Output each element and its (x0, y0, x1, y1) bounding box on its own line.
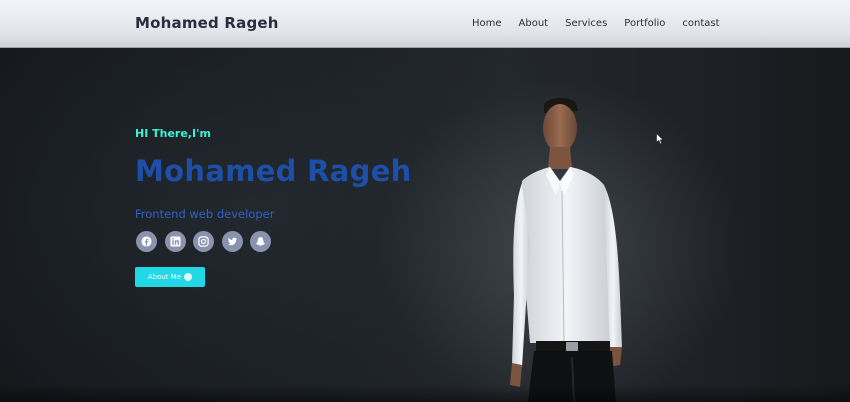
social-links (136, 231, 279, 252)
nav-about[interactable]: About (519, 18, 549, 29)
facebook-icon[interactable] (136, 231, 157, 252)
hero-name: Mohamed Rageh (135, 154, 412, 188)
nav-links: Home About Services Portfolio contast (472, 18, 737, 29)
snapchat-icon[interactable] (250, 231, 271, 252)
instagram-icon[interactable] (193, 231, 214, 252)
bottom-shadow (0, 385, 850, 402)
linkedin-icon[interactable] (164, 231, 186, 252)
site-brand[interactable]: Mohamed Rageh (135, 14, 279, 32)
nav-services[interactable]: Services (565, 18, 607, 29)
hero-role: Frontend web developer (135, 207, 275, 221)
nav-home[interactable]: Home (472, 18, 502, 29)
navbar: Mohamed Rageh Home About Services Portfo… (0, 0, 850, 48)
about-me-button[interactable]: About Me (135, 267, 205, 287)
about-me-label: About Me (147, 273, 182, 281)
nav-portfolio[interactable]: Portfolio (624, 18, 665, 29)
twitter-icon[interactable] (221, 231, 243, 252)
mouse-cursor-icon (656, 133, 664, 145)
profile-photo (510, 97, 622, 402)
hero-greeting: HI There,I'm (135, 127, 211, 140)
hero-section (0, 48, 850, 402)
user-icon (184, 273, 193, 281)
nav-contact[interactable]: contast (682, 18, 719, 29)
